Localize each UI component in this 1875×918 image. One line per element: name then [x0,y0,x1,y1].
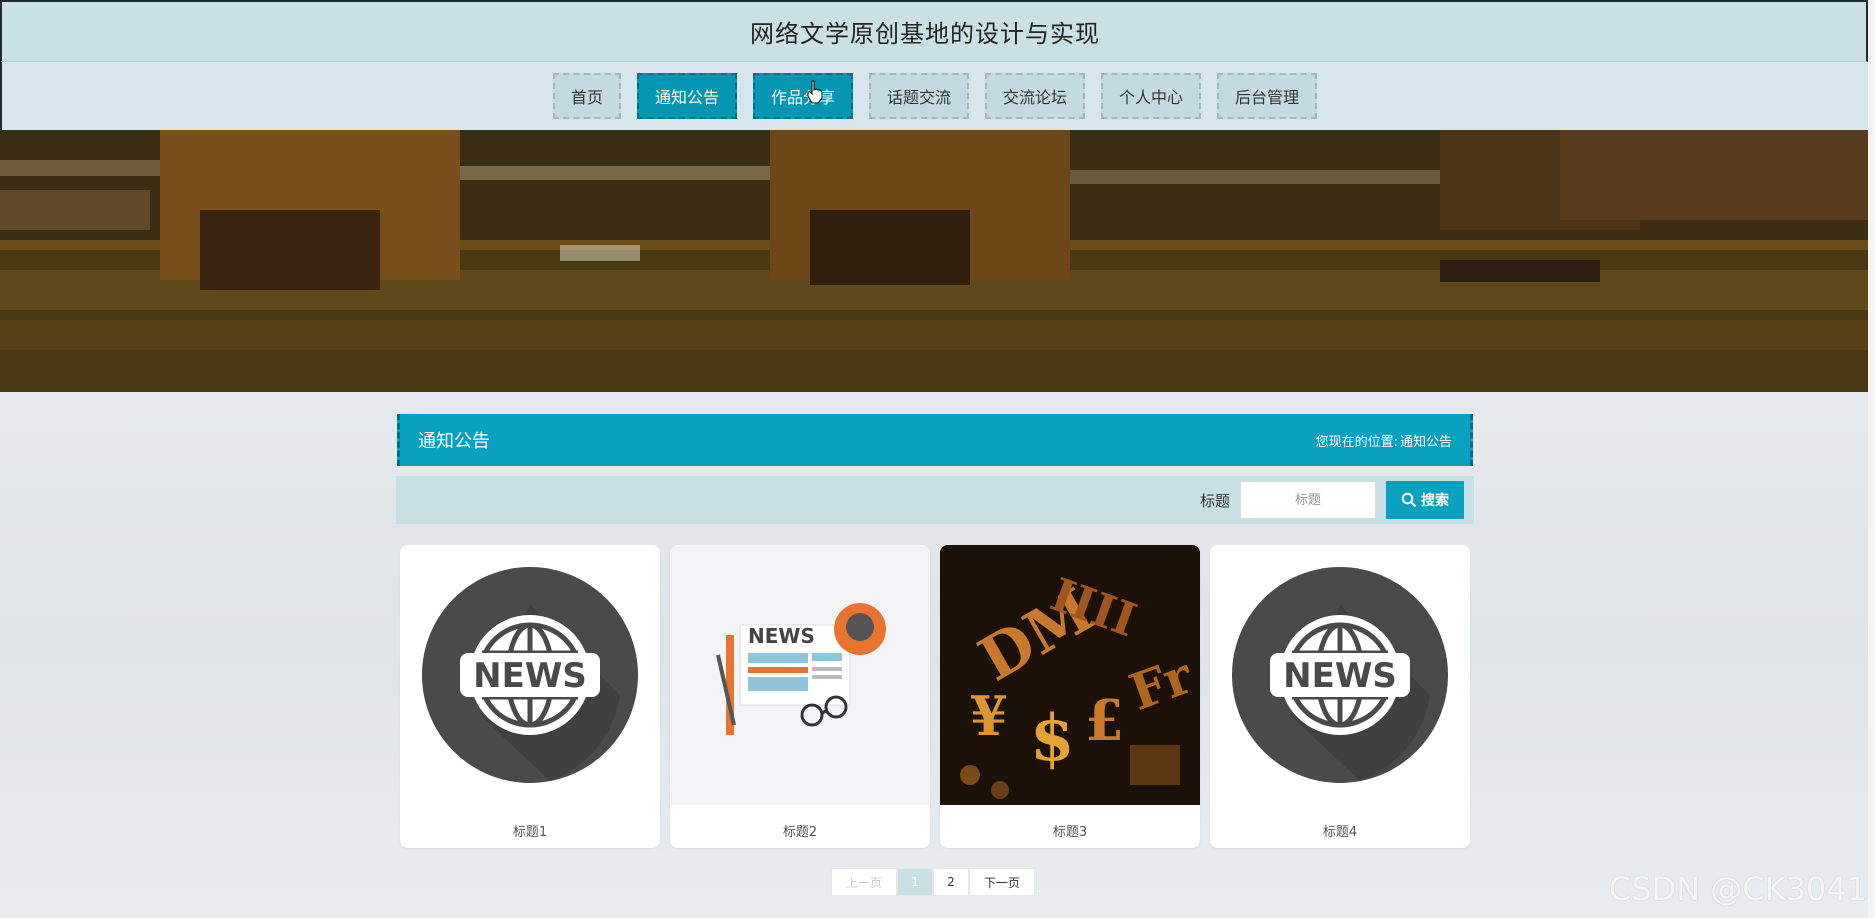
search-button[interactable]: 搜索 [1386,481,1464,519]
svg-text:NEWS: NEWS [1283,656,1397,696]
notice-card[interactable]: NEWS 标题1 [400,545,660,848]
news-globe-icon: NEWS [400,545,660,805]
breadcrumb-prefix: 您现在的位置: [1315,434,1398,450]
svg-text:NEWS: NEWS [748,624,815,648]
hand-cursor-icon [807,80,823,104]
page-button-current[interactable]: 1 [897,868,933,896]
notice-card[interactable]: DM IIII ¥ $ £ Fr 标题3 [940,545,1200,848]
nav-item-forum[interactable]: 交流论坛 [985,73,1086,119]
search-label: 标题 [1199,491,1230,510]
nav-item-home[interactable]: 首页 [552,73,621,119]
section-header: 通知公告 您现在的位置: 通知公告 [397,414,1473,466]
watermark: CSDN @CK3041 [1608,870,1867,908]
scrollbar-edge [1868,0,1875,918]
search-button-label: 搜索 [1421,493,1449,509]
search-bar: 标题 搜索 [396,476,1474,524]
svg-text:NEWS: NEWS [473,656,587,696]
bridge-banner-image [0,130,1868,392]
prev-page-button[interactable]: 上一页 [831,868,897,896]
svg-text:¥: ¥ [970,684,1008,748]
currency-symbols-photo: DM IIII ¥ $ £ Fr [940,545,1200,805]
search-input[interactable] [1240,481,1376,519]
main-nav: 首页 通知公告 作品分享 话题交流 交流论坛 个人中心 后台管理 [0,62,1868,130]
notice-card[interactable]: NEWS 标题4 [1210,545,1470,848]
search-icon [1401,492,1417,508]
nav-item-profile[interactable]: 个人中心 [1101,73,1202,119]
nav-item-notices[interactable]: 通知公告 [636,73,737,119]
nav-item-topics[interactable]: 话题交流 [868,73,969,119]
card-title: 标题1 [512,825,548,840]
breadcrumb: 您现在的位置: 通知公告 [1316,431,1452,450]
card-title: 标题2 [782,825,818,840]
svg-text:$: $ [1030,701,1075,776]
next-page-button[interactable]: 下一页 [969,868,1035,896]
site-header: 网络文学原创基地的设计与实现 [0,0,1868,62]
card-title: 标题3 [1052,825,1088,840]
nav-item-works-share[interactable]: 作品分享 [752,73,853,119]
pagination: 上一页 1 2 下一页 [831,868,1035,896]
page-button[interactable]: 2 [933,868,969,896]
hero-banner [0,130,1868,392]
svg-text:£: £ [1085,688,1124,754]
news-globe-icon: NEWS [1210,545,1470,805]
section-title: 通知公告 [418,431,490,452]
nav-item-admin[interactable]: 后台管理 [1217,73,1318,119]
notice-card-list: NEWS 标题1 NEWS 标题2 DM IIII ¥ $ £ Fr 标题3 N… [400,545,1470,848]
card-title: 标题4 [1322,825,1358,840]
breadcrumb-current[interactable]: 通知公告 [1400,431,1452,450]
newspaper-illustration: NEWS [670,545,930,805]
site-title: 网络文学原创基地的设计与实现 [750,20,1100,48]
notice-card[interactable]: NEWS 标题2 [670,545,930,848]
